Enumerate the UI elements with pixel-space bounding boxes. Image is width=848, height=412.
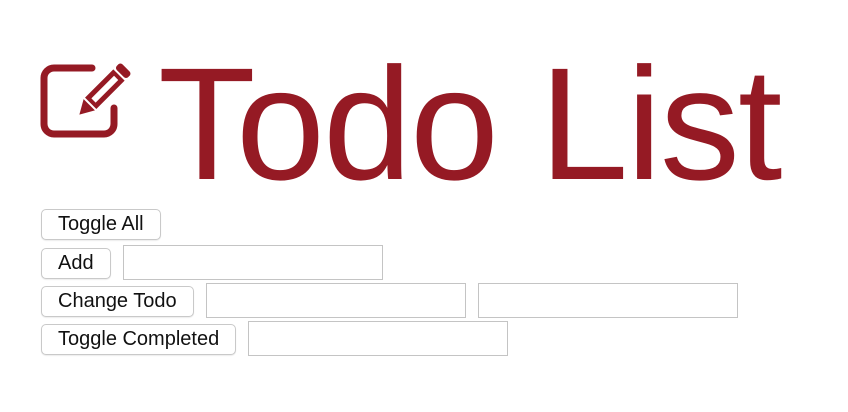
toggle-completed-row: Toggle Completed [41, 321, 509, 356]
change-todo-row: Change Todo [41, 283, 738, 318]
toggle-completed-position-input[interactable] [248, 321, 509, 356]
toggle-all-row: Toggle All [41, 209, 161, 240]
change-todo-position-input[interactable] [205, 283, 466, 318]
toggle-completed-button[interactable]: Toggle Completed [41, 324, 237, 355]
page-title: Todo List [158, 34, 782, 213]
app-header: Todo List [40, 34, 782, 213]
change-todo-text-input[interactable] [477, 283, 738, 318]
toggle-all-button[interactable]: Toggle All [41, 209, 161, 240]
add-row: Add [41, 245, 383, 280]
add-todo-input[interactable] [122, 245, 383, 280]
todo-app: Todo List Toggle All Add Change Todo Tog… [0, 0, 848, 412]
edit-pencil-icon [40, 63, 131, 138]
change-todo-button[interactable]: Change Todo [41, 286, 194, 317]
add-button[interactable]: Add [41, 248, 111, 279]
